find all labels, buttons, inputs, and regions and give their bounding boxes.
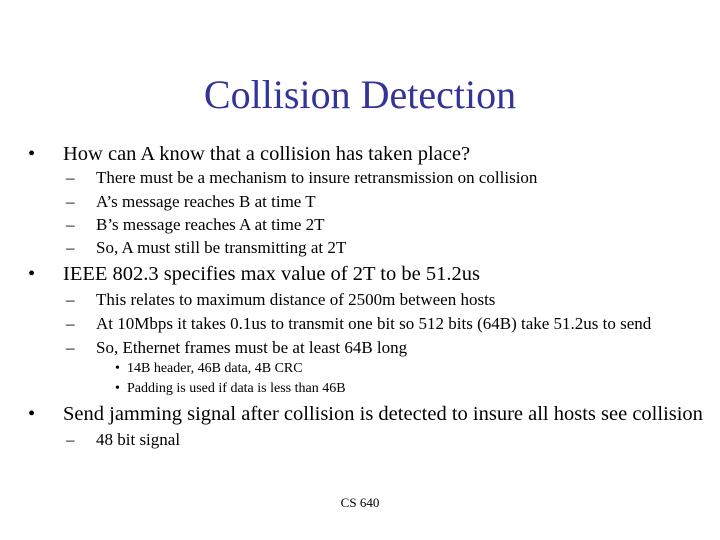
bullet-marker: •	[28, 143, 36, 165]
bullet-text: How can A know that a collision has take…	[63, 143, 471, 165]
sub-bullet-text: 48 bit signal	[96, 430, 181, 449]
slide-footer: CS 640	[340, 495, 380, 510]
sub-bullet-text: At 10Mbps it takes 0.1us to transmit one…	[96, 314, 652, 333]
small-bullet-marker: •	[115, 361, 120, 376]
sub-bullet-item: – A’s message reaches B at time T	[66, 192, 316, 212]
sub-bullet-item: – There must be a mechanism to insure re…	[66, 168, 538, 188]
sub-bullet-text: This relates to maximum distance of 2500…	[96, 290, 496, 309]
dash-marker: –	[66, 168, 75, 187]
sub-bullet-item: – So, A must still be transmitting at 2T	[66, 238, 347, 258]
bullet-marker: •	[28, 263, 36, 285]
bullet-item: • IEEE 802.3 specifies max value of 2T t…	[28, 263, 480, 286]
dash-marker: –	[66, 314, 75, 333]
sub-bullet-text: B’s message reaches A at time 2T	[96, 215, 325, 234]
sub-bullet-item: – So, Ethernet frames must be at least 6…	[66, 338, 408, 358]
bullet-marker: •	[28, 403, 36, 425]
bullet-text: IEEE 802.3 specifies max value of 2T to …	[63, 263, 480, 285]
sub-bullet-text: So, Ethernet frames must be at least 64B…	[96, 338, 408, 357]
sub-bullet-text: So, A must still be transmitting at 2T	[96, 238, 347, 257]
small-bullet-marker: •	[115, 381, 120, 396]
dash-marker: –	[66, 238, 75, 257]
bullet-item: • Send jamming signal after collision is…	[28, 403, 703, 426]
bullet-text: Send jamming signal after collision is d…	[63, 403, 703, 425]
sub-bullet-text: There must be a mechanism to insure retr…	[96, 168, 538, 187]
sub-sub-bullet-item: • 14B header, 46B data, 4B CRC	[115, 361, 303, 377]
sub-bullet-item: – At 10Mbps it takes 0.1us to transmit o…	[66, 314, 652, 334]
sub-bullet-item: – This relates to maximum distance of 25…	[66, 290, 496, 310]
slide-title: Collision Detection	[203, 72, 517, 117]
sub-bullet-text: A’s message reaches B at time T	[96, 192, 316, 211]
dash-marker: –	[66, 430, 75, 449]
dash-marker: –	[66, 290, 75, 309]
dash-marker: –	[66, 338, 75, 357]
dash-marker: –	[66, 215, 75, 234]
sub-sub-bullet-text: 14B header, 46B data, 4B CRC	[127, 361, 303, 376]
sub-bullet-item: – 48 bit signal	[66, 430, 181, 450]
sub-bullet-item: – B’s message reaches A at time 2T	[66, 215, 325, 235]
sub-sub-bullet-text: Padding is used if data is less than 46B	[127, 381, 346, 396]
sub-sub-bullet-item: • Padding is used if data is less than 4…	[115, 381, 346, 397]
dash-marker: –	[66, 192, 75, 211]
bullet-item: • How can A know that a collision has ta…	[28, 143, 471, 166]
